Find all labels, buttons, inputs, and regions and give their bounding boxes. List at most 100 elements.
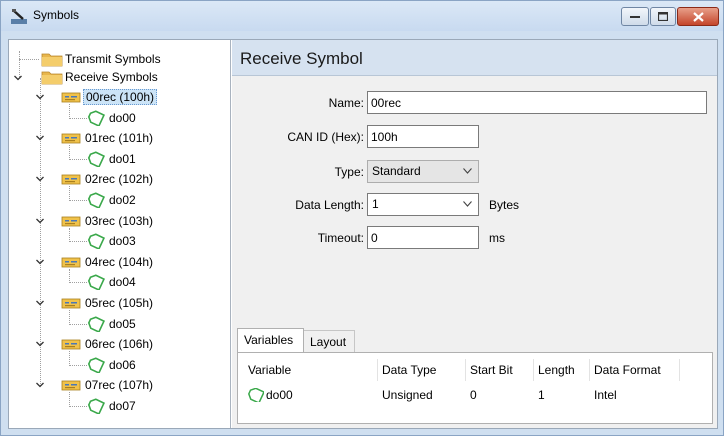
- message-icon: [61, 92, 81, 103]
- symbols-app-icon: [11, 9, 27, 24]
- tree-connector: [69, 392, 70, 407]
- tag-icon: [87, 110, 105, 126]
- tag-icon: [87, 274, 105, 291]
- tree-connector: [69, 323, 87, 325]
- name-field[interactable]: [367, 91, 707, 114]
- chevron-down-icon[interactable]: [35, 339, 45, 349]
- timeout-field[interactable]: [367, 226, 479, 249]
- tree-node-label: 00rec (100h): [83, 89, 158, 105]
- symbols-window: Symbols Transmit Symbols Receive Symbols…: [0, 0, 724, 436]
- close-icon: [692, 11, 704, 22]
- chevron-down-icon[interactable]: [35, 92, 45, 102]
- folder-open-icon: [41, 71, 63, 85]
- chevron-down-icon: [463, 168, 472, 174]
- chevron-down-icon[interactable]: [35, 298, 45, 308]
- name-label: Name:: [328, 96, 364, 110]
- symbol-tree[interactable]: Transmit Symbols Receive Symbols 00rec (…: [9, 40, 231, 428]
- tab-layout[interactable]: Layout: [303, 330, 355, 352]
- column-header-data-type[interactable]: Data Type: [378, 359, 466, 381]
- timeout-label: Timeout:: [317, 231, 364, 245]
- data-length-value: 1: [372, 197, 379, 211]
- tree-node-receive-symbols[interactable]: Receive Symbols: [41, 68, 160, 86]
- tree-node-variable[interactable]: do07: [87, 397, 138, 415]
- tree-node-message[interactable]: 00rec (100h): [61, 88, 158, 106]
- message-icon: [61, 174, 81, 185]
- symbol-details-panel: Receive Symbol Name: CAN ID (Hex): Type:…: [232, 40, 717, 428]
- tag-icon: [87, 192, 105, 208]
- tree-node-message[interactable]: 07rec (107h): [61, 376, 155, 394]
- tree-node-variable[interactable]: do04: [87, 273, 138, 291]
- message-icon: [61, 298, 81, 309]
- client-area: Transmit Symbols Receive Symbols 00rec (…: [8, 39, 718, 429]
- tree-node-variable[interactable]: do00: [87, 109, 138, 127]
- message-icon: [61, 133, 81, 144]
- tree-connector: [69, 406, 87, 407]
- tree-connector: [69, 227, 70, 243]
- tab-variables[interactable]: Variables: [237, 328, 304, 352]
- column-header-data-format[interactable]: Data Format: [590, 359, 680, 381]
- data-length-dropdown[interactable]: 1: [367, 193, 479, 216]
- tree-node-message[interactable]: 02rec (102h): [61, 170, 155, 188]
- chevron-down-icon: [463, 201, 472, 207]
- chevron-down-icon[interactable]: [35, 257, 45, 267]
- tree-node-label: Transmit Symbols: [65, 52, 161, 66]
- tree-connector: [69, 200, 87, 201]
- tree-node-variable[interactable]: do03: [87, 232, 138, 250]
- tree-node-label: 01rec (101h): [85, 131, 154, 146]
- tree-node-variable[interactable]: do02: [87, 191, 138, 209]
- tree-node-label: 04rec (104h): [85, 254, 154, 269]
- tab-label: Variables: [244, 333, 294, 347]
- type-dropdown[interactable]: Standard: [367, 160, 479, 183]
- tree-node-label: do07: [109, 399, 136, 413]
- tag-icon: [87, 357, 105, 373]
- tree-node-transmit-symbols[interactable]: Transmit Symbols: [41, 50, 163, 68]
- tree-node-label: do05: [109, 316, 136, 331]
- minimize-icon: [630, 15, 640, 18]
- tag-icon: [87, 151, 105, 167]
- tag-icon: [87, 398, 105, 414]
- type-value: Standard: [372, 164, 421, 178]
- tree-connector: [69, 104, 70, 119]
- tree-node-message[interactable]: 01rec (101h): [61, 129, 155, 147]
- can-id-field[interactable]: [367, 125, 479, 148]
- data-length-unit: Bytes: [489, 198, 520, 212]
- window-title: Symbols: [33, 8, 80, 22]
- cell-data-format: Intel: [594, 388, 617, 402]
- tree-node-label: do03: [109, 234, 136, 249]
- tree-connector: [19, 59, 39, 60]
- tree-connector: [69, 351, 70, 366]
- tag-icon: [87, 316, 105, 332]
- tree-node-variable[interactable]: do01: [87, 150, 138, 168]
- close-button[interactable]: [677, 7, 719, 26]
- column-header-start-bit[interactable]: Start Bit: [466, 359, 534, 381]
- tree-node-label: do04: [109, 275, 136, 290]
- chevron-down-icon[interactable]: [35, 216, 45, 226]
- panel-title: Receive Symbol: [240, 49, 363, 68]
- column-header-variable[interactable]: Variable: [244, 359, 378, 381]
- type-label: Type:: [334, 165, 364, 179]
- tree-node-message[interactable]: 05rec (105h): [61, 294, 155, 312]
- cell-variable: do00: [244, 385, 378, 405]
- chevron-down-icon[interactable]: [13, 73, 23, 83]
- column-header-length[interactable]: Length: [534, 359, 590, 381]
- timeout-unit: ms: [489, 231, 505, 245]
- cell-data-type: Unsigned: [382, 388, 433, 402]
- tree-node-variable[interactable]: do05: [87, 315, 138, 333]
- tree-connector: [69, 268, 70, 284]
- maximize-icon: [658, 12, 668, 21]
- tree-node-label: do01: [109, 151, 136, 166]
- chevron-down-icon[interactable]: [35, 174, 45, 184]
- tree-connector: [69, 241, 87, 243]
- tree-node-variable[interactable]: do06: [87, 356, 138, 374]
- tree-node-label: 05rec (105h): [85, 296, 154, 310]
- chevron-down-icon[interactable]: [35, 133, 45, 143]
- minimize-button[interactable]: [621, 7, 649, 26]
- title-bar[interactable]: Symbols: [1, 1, 723, 31]
- tree-node-message[interactable]: 04rec (104h): [61, 253, 155, 271]
- chevron-down-icon[interactable]: [35, 380, 45, 390]
- tree-node-message[interactable]: 03rec (103h): [61, 212, 155, 230]
- variable-name: do00: [266, 388, 293, 402]
- tree-node-label: do02: [109, 193, 136, 207]
- tree-node-message[interactable]: 06rec (106h): [61, 335, 155, 353]
- maximize-button[interactable]: [650, 7, 676, 26]
